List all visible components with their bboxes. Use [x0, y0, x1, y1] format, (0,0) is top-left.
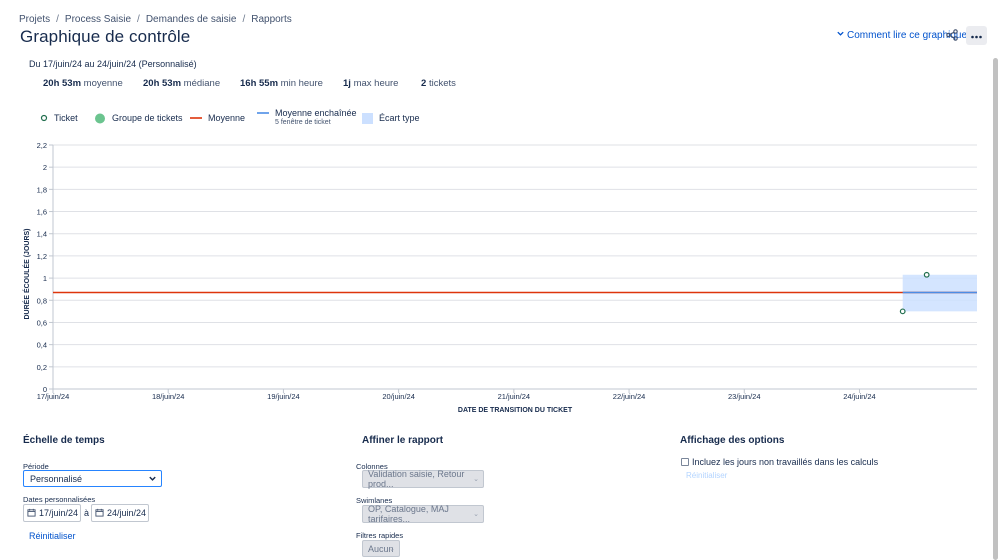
stats-bar: 20h 53m moyenne 20h 53m médiane 16h 55m …: [43, 78, 456, 89]
start-date-input[interactable]: 17/juin/24: [23, 504, 81, 522]
swimlanes-select[interactable]: OP, Catalogue, MAJ tarifaires... ⌄: [362, 504, 484, 524]
include-nonworking-label: Incluez les jours non travaillés dans le…: [692, 457, 879, 467]
y-tick-label: 0,8: [37, 296, 47, 305]
x-tick-label: 20/juin/24: [382, 392, 415, 401]
breadcrumb: Projets / Process Saisie / Demandes de s…: [19, 14, 292, 25]
legend-rolling-text: Moyenne enchaînée 5 fenêtre de ticket: [275, 108, 357, 126]
y-tick-label: 0,6: [37, 318, 47, 327]
x-tick-label: 17/juin/24: [37, 392, 70, 401]
y-tick-label: 2,2: [37, 141, 47, 150]
date-separator: à: [84, 508, 90, 518]
y-tick-label: 0,4: [37, 341, 47, 350]
y-tick-label: 1,6: [37, 208, 47, 217]
legend-label: Groupe de tickets: [112, 113, 183, 123]
legend-sublabel: 5 fenêtre de ticket: [275, 119, 331, 126]
breadcrumb-rapports[interactable]: Rapports: [251, 14, 292, 25]
x-tick-label: 21/juin/24: [498, 392, 531, 401]
include-nonworking-checkbox[interactable]: [681, 458, 689, 466]
quick-filters-select[interactable]: Aucun ⌄: [362, 540, 400, 557]
stat-value: 16h 55m: [240, 78, 279, 89]
display-options-reset-link[interactable]: Réinitialiser: [686, 471, 727, 480]
legend-rolling-average[interactable]: Moyenne enchaînée 5 fenêtre de ticket: [257, 108, 357, 126]
calendar-icon: [95, 508, 104, 519]
y-tick-label: 0,2: [37, 363, 47, 372]
legend-label: Ticket: [54, 113, 78, 123]
ticket-marker-icon: [40, 113, 48, 125]
breadcrumb-projets[interactable]: Projets: [19, 14, 50, 25]
control-chart[interactable]: 00,20,40,60,811,21,41,61,822,217/juin/24…: [0, 135, 999, 420]
stat-average: 20h 53m moyenne: [43, 78, 143, 89]
y-tick-label: 1: [43, 274, 47, 283]
breadcrumb-process-saisie[interactable]: Process Saisie: [65, 14, 131, 25]
breadcrumb-separator: /: [56, 14, 59, 25]
page-title: Graphique de contrôle: [20, 27, 191, 46]
stat-max: 1j max heure: [343, 78, 421, 89]
breadcrumb-separator: /: [242, 14, 246, 25]
period-select[interactable]: Personnalisé: [23, 470, 162, 487]
y-tick-label: 2: [43, 163, 47, 172]
group-marker-icon: [94, 113, 106, 126]
x-axis-title: DATE DE TRANSITION DU TICKET: [458, 407, 573, 414]
stat-value: 20h 53m: [143, 78, 182, 89]
average-line-icon: [190, 113, 202, 125]
legend-label: Moyenne: [208, 113, 246, 123]
end-date-value: 24/juin/24: [107, 508, 147, 518]
stat-median: 20h 53m médiane: [143, 78, 240, 89]
stat-value: 1j: [343, 78, 351, 89]
start-date-value: 17/juin/24: [39, 508, 79, 518]
chevron-down-icon: [148, 474, 157, 485]
legend-std-dev[interactable]: Écart type: [362, 113, 420, 126]
x-tick-label: 23/juin/24: [728, 392, 761, 401]
calendar-icon: [27, 508, 36, 519]
refine-report-title: Affiner le rapport: [362, 435, 444, 446]
breadcrumb-separator: /: [137, 14, 140, 25]
custom-dates-label: Dates personnalisées: [23, 495, 96, 504]
stat-min: 16h 55m min heure: [240, 78, 343, 89]
y-tick-label: 1,4: [37, 230, 47, 239]
date-range-label: Du 17/juin/24 au 24/juin/24 (Personnalis…: [29, 59, 197, 69]
stat-label: médiane: [183, 78, 221, 89]
legend-ticket[interactable]: Ticket: [40, 113, 78, 125]
more-icon: [971, 30, 982, 42]
stat-value: 20h 53m: [43, 78, 82, 89]
time-scale-reset-link[interactable]: Réinitialiser: [29, 531, 76, 541]
legend-group[interactable]: Groupe de tickets: [94, 113, 183, 126]
ticket-point: [923, 271, 930, 278]
chevron-down-icon: ⌄: [473, 511, 479, 518]
breadcrumb-demandes[interactable]: Demandes de saisie: [146, 14, 237, 25]
chevron-down-icon: [836, 29, 845, 41]
more-actions-button[interactable]: [966, 26, 987, 45]
chevron-down-icon: ⌄: [473, 476, 479, 483]
stat-label: min heure: [280, 78, 323, 89]
legend-average[interactable]: Moyenne: [190, 113, 245, 125]
share-button[interactable]: [942, 27, 962, 45]
y-tick-label: 1,8: [37, 185, 47, 194]
swimlanes-value: OP, Catalogue, MAJ tarifaires...: [368, 504, 449, 524]
share-icon: [946, 28, 958, 44]
std-band-icon: [362, 113, 373, 126]
period-value: Personnalisé: [30, 473, 83, 484]
stat-label: tickets: [428, 78, 456, 89]
ticket-point: [899, 308, 906, 315]
chevron-down-icon: ⌄: [389, 545, 395, 553]
legend-label: Moyenne enchaînée: [275, 108, 357, 118]
end-date-input[interactable]: 24/juin/24: [91, 504, 149, 522]
quick-filters-label: Filtres rapides: [356, 531, 404, 540]
stat-tickets: 2 tickets: [421, 78, 456, 89]
columns-value: Validation saisie, Retour prod...: [368, 469, 465, 489]
display-options-title: Affichage des options: [680, 435, 785, 446]
time-scale-title: Échelle de temps: [23, 435, 105, 446]
stat-value: 2: [421, 78, 427, 89]
columns-select[interactable]: Validation saisie, Retour prod... ⌄: [362, 469, 484, 489]
x-tick-label: 22/juin/24: [613, 392, 646, 401]
x-tick-label: 18/juin/24: [152, 392, 185, 401]
x-tick-label: 24/juin/24: [843, 392, 876, 401]
y-tick-label: 1,2: [37, 252, 47, 261]
x-tick-label: 19/juin/24: [267, 392, 300, 401]
stat-label: max heure: [353, 78, 399, 89]
y-axis-title: DURÉE ÉCOULÉE (JOURS): [22, 228, 31, 319]
rolling-line-icon: [257, 108, 269, 120]
legend-label: Écart type: [379, 113, 420, 123]
stat-label: moyenne: [83, 78, 123, 89]
